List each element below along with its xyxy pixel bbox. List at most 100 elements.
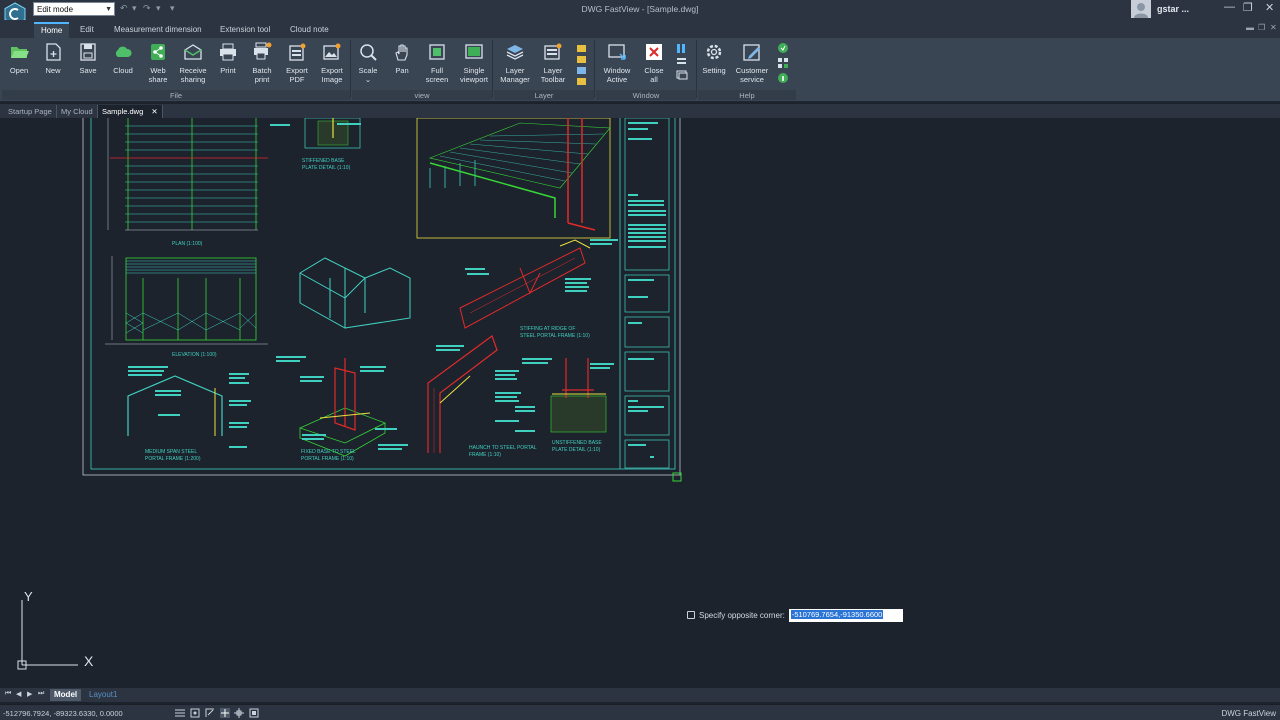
annotations — [128, 123, 618, 450]
receive-icon — [184, 44, 202, 60]
tab-extension-tool[interactable]: Extension tool — [213, 22, 277, 38]
doc-restore-icon[interactable]: ❐ — [1258, 23, 1265, 32]
gear-icon — [706, 44, 722, 60]
doc-tab-startup-page[interactable]: Startup Page — [4, 105, 57, 118]
stiffing-label-2: STEEL PORTAL FRAME (1:10) — [520, 333, 590, 339]
title-block-text — [628, 122, 666, 458]
new-file-icon — [46, 43, 61, 61]
new-button[interactable]: New — [36, 42, 70, 75]
layer-manager-button[interactable]: Layer Manager — [498, 42, 532, 84]
batch-print-button[interactable]: Batch print — [245, 42, 279, 84]
user-avatar-icon[interactable] — [1131, 0, 1151, 18]
close-icon[interactable]: ✕ — [1265, 1, 1274, 14]
snap-icon[interactable] — [190, 708, 200, 718]
export-image-button[interactable]: Export Image — [315, 42, 349, 84]
stiffened-base-detail: STIFFENED BASE PLATE DETAIL (1:10) — [302, 118, 361, 171]
elevation-label: ELEVATION (1:100) — [172, 352, 217, 358]
folder-open-icon — [11, 47, 29, 58]
prev-layout-icon[interactable]: ◀ — [16, 690, 21, 698]
mode-dropdown[interactable]: Edit mode ▼ — [33, 2, 115, 16]
full-screen-icon — [429, 44, 445, 60]
magnifier-icon — [360, 44, 377, 61]
title-block — [624, 118, 670, 469]
receive-sharing-button[interactable]: Receive sharing — [176, 42, 210, 84]
command-input[interactable]: -510769.7654,-91350.6600 — [788, 609, 903, 622]
object-snap-icon[interactable] — [234, 708, 244, 718]
edit-pencil-icon — [743, 44, 760, 61]
scale-dropdown-icon: ⌄ — [364, 75, 372, 84]
single-viewport-button[interactable]: Single viewport — [457, 42, 491, 84]
customer-service-button[interactable]: Customer service — [733, 42, 771, 84]
next-layout-icon[interactable]: ▶ — [27, 690, 32, 698]
export-pdf-button[interactable]: Export PDF — [280, 42, 314, 84]
ribbon-separator — [492, 40, 493, 98]
hand-icon — [395, 44, 408, 61]
last-layout-icon[interactable]: ⏭ — [38, 690, 44, 698]
medium-label-2: PORTAL FRAME (1:200) — [145, 456, 201, 462]
pan-button[interactable]: Pan — [385, 42, 419, 75]
unstiff-label: UNSTIFFENED BASE — [552, 440, 602, 446]
window-small-tools-icon[interactable] — [675, 43, 689, 87]
scale-button[interactable]: Scale ⌄ — [351, 42, 385, 84]
command-prompt: Specify opposite corner: -510769.7654,-9… — [687, 609, 903, 622]
close-tab-icon[interactable]: ✕ — [151, 107, 157, 116]
full-screen-button[interactable]: Full screen — [420, 42, 454, 84]
unstiffened-base-detail: UNSTIFFENED BASE PLATE DETAIL (1:10) — [550, 358, 607, 453]
user-name[interactable]: gstar ... — [1157, 4, 1189, 14]
doc-close-icon[interactable]: ✕ — [1270, 23, 1277, 32]
redo-dropdown-icon[interactable]: ▾ — [156, 3, 161, 14]
document-tab-bar: Startup Page My Cloud Sample.dwg ✕ — [0, 104, 1280, 118]
tab-edit[interactable]: Edit — [73, 22, 101, 38]
group-label-view: view — [414, 91, 430, 100]
group-label-window: Window — [632, 91, 660, 100]
redo-icon[interactable]: ↷ — [143, 3, 151, 14]
customize-quick-access-icon[interactable]: ▾ — [170, 3, 175, 14]
plan-label: PLAN (1:100) — [172, 241, 203, 247]
undo-icon[interactable]: ↶ — [120, 3, 128, 14]
layer-toolbar-button[interactable]: Layer Toolbar — [536, 42, 570, 84]
layer-small-tools-icon[interactable] — [575, 43, 589, 87]
batch-printer-icon — [254, 42, 272, 60]
drawing-canvas[interactable]: PLAN (1:100) ELEVATION (1:100) STIFFENED… — [0, 118, 1280, 688]
print-button[interactable]: Print — [211, 42, 245, 75]
fit-view-icon[interactable] — [249, 708, 259, 718]
tab-layout1[interactable]: Layout1 — [85, 689, 121, 701]
doc-tab-my-cloud[interactable]: My Cloud — [57, 105, 98, 118]
tab-measurement-dimension[interactable]: Measurement dimension — [107, 22, 209, 38]
layer-toolbar-icon — [544, 43, 562, 60]
open-button[interactable]: Open — [2, 42, 36, 75]
cad-drawing[interactable]: PLAN (1:100) ELEVATION (1:100) STIFFENED… — [0, 118, 1280, 688]
lock-icon — [687, 611, 695, 619]
undo-dropdown-icon[interactable]: ▾ — [132, 3, 137, 14]
ortho-icon[interactable] — [205, 708, 215, 718]
command-prompt-text: Specify opposite corner: — [699, 611, 785, 620]
window-title: DWG FastView - [Sample.dwg] — [581, 4, 699, 14]
save-icon — [80, 43, 96, 61]
tab-model[interactable]: Model — [50, 689, 82, 701]
stiffened-label-2: PLATE DETAIL (1:10) — [302, 165, 351, 171]
layout-tab-bar: ⏮ ◀ ▶ ⏭ Model Layout1 — [0, 688, 1280, 702]
group-label-help: Help — [739, 91, 755, 100]
restore-icon[interactable]: ❐ — [1243, 1, 1253, 14]
web-share-button[interactable]: Web share — [141, 42, 175, 84]
command-input-value: -510769.7654,-91350.6600 — [790, 610, 884, 619]
close-all-button[interactable]: Close all — [637, 42, 671, 84]
grid-icon[interactable] — [175, 708, 185, 718]
ribbon-tab-bar: Home Edit Measurement dimension Extensio… — [0, 20, 1280, 38]
tab-cloud-note[interactable]: Cloud note — [283, 22, 336, 38]
help-small-tools-icon[interactable] — [777, 42, 791, 86]
first-layout-icon[interactable]: ⏮ — [5, 690, 11, 698]
minimize-icon[interactable]: — — [1224, 1, 1235, 13]
group-label-file: File — [169, 91, 183, 100]
setting-button[interactable]: Setting — [697, 42, 731, 75]
doc-tab-sample-dwg[interactable]: Sample.dwg ✕ — [98, 105, 163, 118]
window-active-button[interactable]: Window Active — [600, 42, 634, 84]
doc-minimize-icon[interactable]: ▬ — [1246, 23, 1254, 32]
status-bar: -512796.7924, -89323.6330, 0.0000 DWG Fa… — [0, 704, 1280, 720]
crosshair-icon[interactable] — [220, 708, 230, 718]
cloud-button[interactable]: Cloud — [106, 42, 140, 75]
export-image-icon — [323, 43, 341, 60]
save-button[interactable]: Save — [71, 42, 105, 75]
cloud-icon — [115, 46, 132, 57]
tab-home[interactable]: Home — [34, 22, 70, 38]
